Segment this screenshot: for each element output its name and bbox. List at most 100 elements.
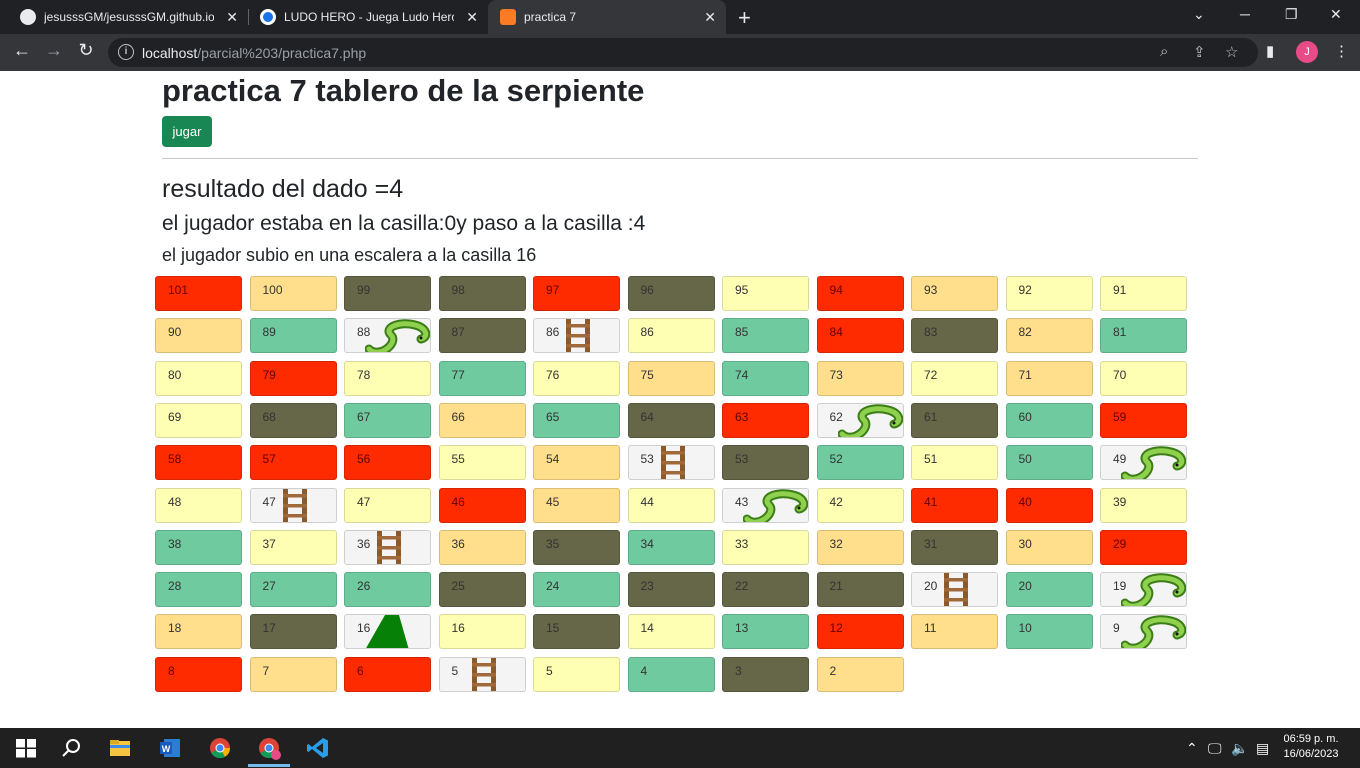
board-cell: 79 [249,360,337,396]
cell-number: 93 [924,283,938,297]
cell-number: 51 [924,452,938,467]
close-tab-icon[interactable]: ✕ [226,9,238,26]
profile-avatar[interactable]: J [1296,41,1318,63]
close-tab-icon[interactable]: ✕ [466,9,478,26]
chrome-icon[interactable] [208,736,232,760]
system-clock[interactable]: 06:59 p. m. 16/06/2023 [1280,732,1342,762]
board-cell: 78 [344,360,431,396]
board-cell: 60 [1005,402,1093,438]
play-button[interactable]: jugar [162,116,212,147]
notifications-icon[interactable]: ▤ [1256,740,1269,757]
board-cell: 47 [344,487,431,523]
chrome-profile-icon[interactable] [257,736,281,760]
cell-number: 58 [168,452,182,467]
windows-taskbar: W ⌃ 🖵 🔈 ▤ 06:59 p. m. 16/06/2023 [0,728,1360,768]
cell-number: 54 [546,452,560,467]
ladder-icon [660,446,685,480]
windows-start-icon[interactable] [14,736,38,760]
search-icon[interactable] [60,736,84,760]
board-cell: 52 [816,445,904,481]
cell-number: 37 [262,536,276,551]
cell-number: 61 [924,409,938,424]
board-cell: 51 [911,445,998,481]
cell-number: 52 [829,452,843,467]
cell-number: 73 [829,367,843,382]
ladder-icon [471,657,496,691]
cell-number: 38 [168,536,182,551]
ladder-icon [944,573,968,607]
share-icon[interactable]: ⇪ [1193,43,1206,61]
board-cell: 54 [533,445,620,481]
volume-icon[interactable]: 🔈 [1231,740,1248,757]
tab-search-icon[interactable]: ⌄ [1193,6,1205,23]
board-cell: 21 [816,572,904,608]
cell-number: 47 [262,494,276,509]
zoom-icon[interactable]: ⌕ [1160,43,1168,60]
bookmark-star-icon[interactable]: ☆ [1225,43,1238,61]
cell-number: 20 [924,579,938,594]
board-cell: 7 [249,656,337,692]
browser-tab-strip: jesusssGM/jesusssGM.github.io ✕ LUDO HER… [0,0,1360,34]
board-cell: 59 [1100,402,1187,438]
side-panel-icon[interactable]: ▮ [1266,42,1274,60]
board-cell: 80 [155,360,242,396]
tab-practica-7[interactable]: practica 7 ✕ [488,0,726,34]
cell-number: 12 [829,621,843,636]
board-cell: 69 [155,402,242,438]
cell-number: 34 [640,536,654,551]
ladder-icon [377,530,401,564]
cell-number: 63 [735,409,749,424]
address-bar[interactable]: i localhost/parcial%203/practica7.php ⌕ … [108,38,1258,67]
cell-number: 15 [546,621,560,636]
cell-number: 69 [168,409,182,424]
restore-button[interactable]: ❐ [1285,6,1298,23]
tab-github[interactable]: jesusssGM/jesusssGM.github.io ✕ [8,0,248,34]
board-cell: 53 [722,445,809,481]
reload-icon[interactable]: ↻ [74,40,98,61]
word-icon[interactable]: W [158,736,182,760]
cell-number: 3 [735,663,742,678]
player-token-icon [366,615,409,649]
board-cell: 71 [1005,360,1093,396]
back-icon[interactable]: ← [10,40,34,61]
board-cell: 100 [249,276,337,311]
cell-number: 65 [546,409,560,424]
cell-number: 11 [924,621,937,636]
vscode-icon[interactable] [306,736,330,760]
board-cell: 90 [155,318,242,354]
board-cell: 11 [911,614,998,650]
cell-number: 39 [1113,494,1127,509]
board-cell-ladder: 5 [438,656,526,692]
tab-ludo-hero[interactable]: LUDO HERO - Juega Ludo Hero en ✕ [248,0,488,34]
minimize-button[interactable]: ─ [1240,6,1250,22]
close-tab-icon[interactable]: ✕ [704,9,716,26]
ladder-icon [282,488,307,522]
cell-number: 9 [1113,621,1120,636]
board-cell: 23 [627,572,715,608]
board-cell: 10 [1005,614,1093,650]
cell-number: 97 [546,283,560,297]
network-icon[interactable]: 🖵 [1208,740,1222,757]
cell-number: 45 [546,494,560,509]
new-tab-button[interactable]: + [738,5,751,31]
menu-kebab-icon[interactable]: ⋮ [1334,42,1349,60]
cell-number: 23 [640,579,654,594]
url-text[interactable]: localhost/parcial%203/practica7.php [142,45,366,61]
show-hidden-icons-icon[interactable]: ⌃ [1186,740,1198,757]
cell-number: 24 [546,579,560,594]
board-cell: 81 [1100,318,1187,354]
cell-number: 43 [735,494,749,509]
cell-number: 27 [262,579,276,594]
board-cell: 30 [1005,529,1093,565]
board-cell: 34 [627,529,715,565]
cell-number: 98 [451,283,465,297]
cell-number: 57 [262,452,276,467]
forward-icon[interactable]: → [42,40,66,61]
file-explorer-icon[interactable] [108,736,132,760]
board-cell: 101 [155,276,242,311]
board-cell: 56 [344,445,431,481]
site-info-icon[interactable]: i [118,44,134,60]
board-cell-player: 16 [344,614,431,650]
close-window-button[interactable]: ✕ [1330,6,1342,23]
cell-number: 94 [829,283,843,297]
